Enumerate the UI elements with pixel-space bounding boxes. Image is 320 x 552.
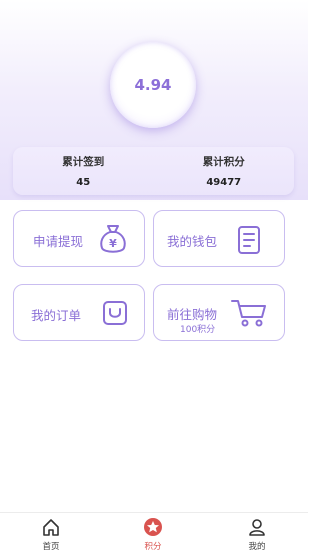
tab-home[interactable]: 首页 bbox=[21, 513, 81, 552]
stat-checkin-label: 累计签到 bbox=[62, 156, 105, 168]
points-value: 4.94 bbox=[134, 76, 172, 94]
shop-label: 前往购物 bbox=[167, 307, 218, 322]
bottom-tab-bar: 首页 积分 我的 bbox=[0, 512, 308, 552]
orders-button[interactable]: 我的订单 bbox=[13, 284, 145, 341]
shop-points-requirement: 100积分 bbox=[180, 325, 216, 335]
points-icon bbox=[144, 518, 162, 536]
stat-points-label: 累计积分 bbox=[202, 156, 245, 168]
money-bag-icon: ¥ bbox=[100, 225, 126, 253]
stat-checkin: 累计签到 45 bbox=[13, 147, 154, 195]
home-icon bbox=[43, 519, 59, 536]
order-bag-icon bbox=[103, 301, 127, 325]
shop-button[interactable]: 前往购物 100积分 bbox=[153, 284, 285, 341]
tab-home-label: 首页 bbox=[42, 542, 60, 552]
stat-checkin-value: 45 bbox=[76, 177, 91, 188]
points-circle: 4.94 bbox=[110, 42, 196, 128]
tab-mine-label: 我的 bbox=[248, 542, 266, 552]
tab-points-label: 积分 bbox=[144, 542, 162, 552]
orders-label: 我的订单 bbox=[31, 308, 82, 323]
stat-points: 累计积分 49477 bbox=[154, 147, 295, 195]
svg-text:¥: ¥ bbox=[109, 237, 117, 250]
user-icon bbox=[249, 519, 265, 536]
wallet-icon bbox=[238, 226, 260, 254]
cart-icon bbox=[231, 300, 266, 327]
wallet-button[interactable]: 我的钱包 bbox=[153, 210, 285, 267]
stats-panel: 累计签到 45 累计积分 49477 bbox=[13, 147, 294, 195]
tab-mine[interactable]: 我的 bbox=[227, 513, 287, 552]
withdraw-label: 申请提现 bbox=[33, 234, 84, 249]
withdraw-button[interactable]: 申请提现 ¥ bbox=[13, 210, 145, 267]
wallet-label: 我的钱包 bbox=[167, 234, 218, 249]
tab-points[interactable]: 积分 bbox=[123, 513, 183, 552]
stat-points-value: 49477 bbox=[206, 177, 242, 188]
